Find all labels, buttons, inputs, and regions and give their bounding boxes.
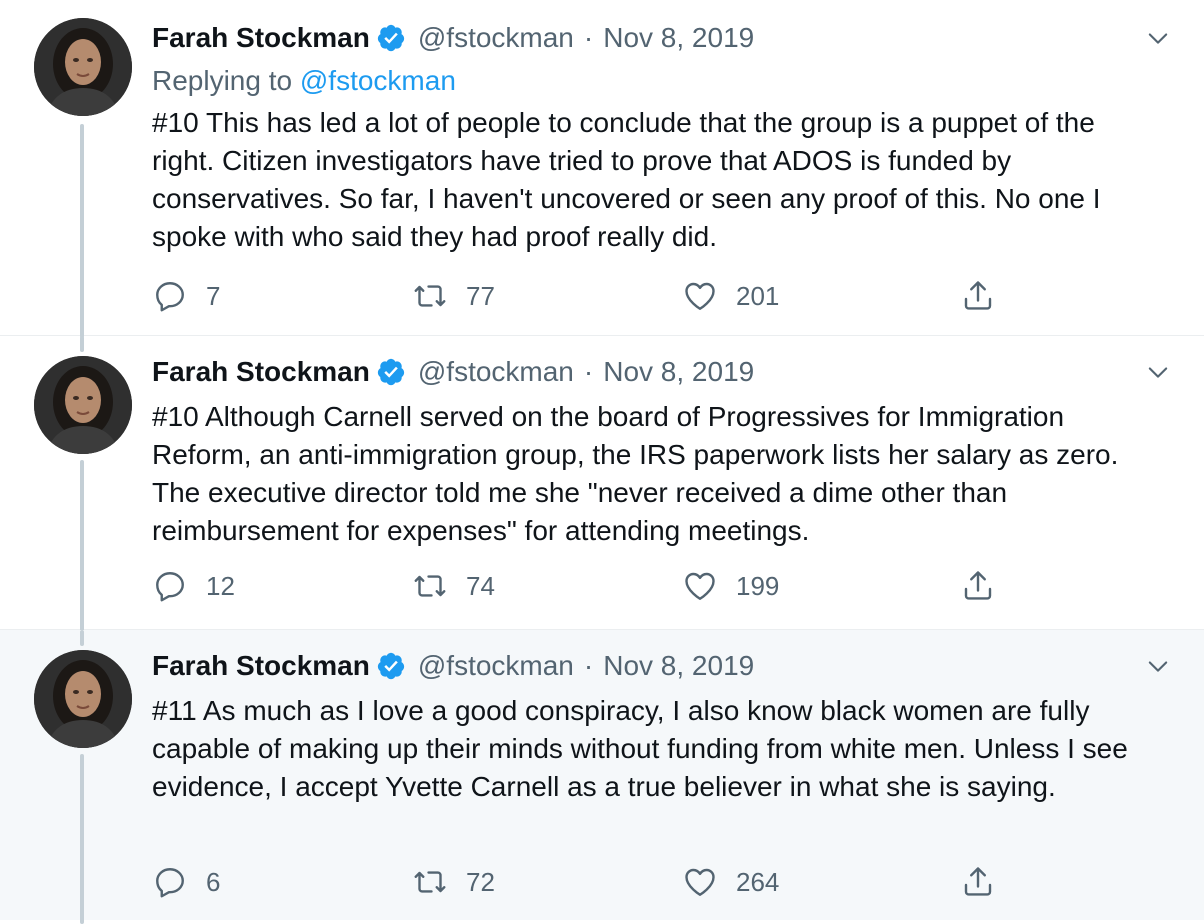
tweet-actions: 7 77 201 — [152, 276, 1012, 316]
tweet-header: Farah Stockman @fstockman · Nov 8, 2019 — [152, 354, 1174, 390]
like-button[interactable]: 264 — [682, 862, 779, 902]
tweet-text: #10 This has led a lot of people to conc… — [152, 107, 1101, 252]
verified-badge-icon — [376, 357, 406, 387]
thread-connector-line — [80, 630, 84, 646]
reply-icon — [152, 568, 188, 604]
avatar-photo — [34, 18, 132, 116]
tweet-header: Farah Stockman @fstockman · Nov 8, 2019 — [152, 20, 1174, 56]
like-count: 199 — [736, 570, 780, 601]
avatar[interactable] — [34, 650, 132, 748]
reply-button[interactable]: 12 — [152, 566, 235, 606]
tweet-header: Farah Stockman @fstockman · Nov 8, 2019 — [152, 648, 1174, 684]
thread-connector-line — [80, 460, 84, 632]
retweet-icon — [412, 864, 448, 900]
tweet-date[interactable]: Nov 8, 2019 — [603, 354, 754, 390]
replying-to-mention[interactable]: @fstockman — [300, 65, 456, 96]
verified-badge-icon — [376, 23, 406, 53]
share-icon — [960, 864, 996, 900]
author-handle[interactable]: @fstockman — [418, 648, 574, 684]
reply-icon — [152, 864, 188, 900]
avatar[interactable] — [34, 18, 132, 116]
chevron-down-icon[interactable] — [1144, 24, 1172, 52]
retweet-icon — [412, 568, 448, 604]
replying-to-label: Replying to — [152, 65, 293, 96]
share-icon — [960, 568, 996, 604]
retweet-button[interactable]: 74 — [412, 566, 495, 606]
replying-to: Replying to @fstockman — [152, 62, 1174, 100]
reply-count: 6 — [206, 866, 221, 897]
tweet-content: Farah Stockman @fstockman · Nov 8, 2019 … — [152, 20, 1174, 256]
retweet-button[interactable]: 72 — [412, 862, 495, 902]
tweet[interactable]: Farah Stockman @fstockman · Nov 8, 2019 … — [0, 0, 1204, 338]
retweet-count: 77 — [466, 280, 495, 311]
avatar-photo — [34, 356, 132, 454]
reply-button[interactable]: 7 — [152, 276, 220, 316]
tweet-date[interactable]: Nov 8, 2019 — [603, 20, 754, 56]
reply-count: 7 — [206, 280, 221, 311]
avatar[interactable] — [34, 356, 132, 454]
author-name[interactable]: Farah Stockman — [152, 354, 370, 390]
thread-connector-line — [80, 336, 84, 352]
tweet-content: Farah Stockman @fstockman · Nov 8, 2019 … — [152, 648, 1174, 806]
chevron-down-icon[interactable] — [1144, 652, 1172, 680]
thread-connector-line — [80, 124, 84, 338]
tweet-actions: 6 72 264 — [152, 862, 1012, 902]
heart-icon — [682, 864, 718, 900]
share-button[interactable] — [960, 276, 996, 316]
tweet[interactable]: Farah Stockman @fstockman · Nov 8, 2019 … — [0, 630, 1204, 924]
avatar-photo — [34, 650, 132, 748]
author-name[interactable]: Farah Stockman — [152, 648, 370, 684]
reply-count: 12 — [206, 570, 235, 601]
retweet-button[interactable]: 77 — [412, 276, 495, 316]
tweet-text: #11 As much as I love a good conspiracy,… — [152, 695, 1128, 802]
thread-connector-line — [80, 754, 84, 924]
like-button[interactable]: 199 — [682, 566, 779, 606]
share-icon — [960, 278, 996, 314]
tweet-date[interactable]: Nov 8, 2019 — [603, 648, 754, 684]
like-count: 264 — [736, 866, 780, 897]
heart-icon — [682, 568, 718, 604]
retweet-count: 74 — [466, 570, 495, 601]
like-button[interactable]: 201 — [682, 276, 779, 316]
share-button[interactable] — [960, 566, 996, 606]
retweet-icon — [412, 278, 448, 314]
share-button[interactable] — [960, 862, 996, 902]
separator: · — [583, 356, 594, 387]
separator: · — [583, 650, 594, 681]
separator: · — [583, 22, 594, 53]
reply-icon — [152, 278, 188, 314]
like-count: 201 — [736, 280, 780, 311]
reply-button[interactable]: 6 — [152, 862, 220, 902]
tweet-thread: Farah Stockman @fstockman · Nov 8, 2019 … — [0, 0, 1204, 924]
verified-badge-icon — [376, 651, 406, 681]
tweet-text: #10 Although Carnell served on the board… — [152, 401, 1119, 546]
tweet[interactable]: Farah Stockman @fstockman · Nov 8, 2019 … — [0, 336, 1204, 632]
author-handle[interactable]: @fstockman — [418, 20, 574, 56]
chevron-down-icon[interactable] — [1144, 358, 1172, 386]
tweet-content: Farah Stockman @fstockman · Nov 8, 2019 … — [152, 354, 1174, 550]
tweet-actions: 12 74 199 — [152, 566, 1012, 606]
author-handle[interactable]: @fstockman — [418, 354, 574, 390]
author-name[interactable]: Farah Stockman — [152, 20, 370, 56]
retweet-count: 72 — [466, 866, 495, 897]
heart-icon — [682, 278, 718, 314]
